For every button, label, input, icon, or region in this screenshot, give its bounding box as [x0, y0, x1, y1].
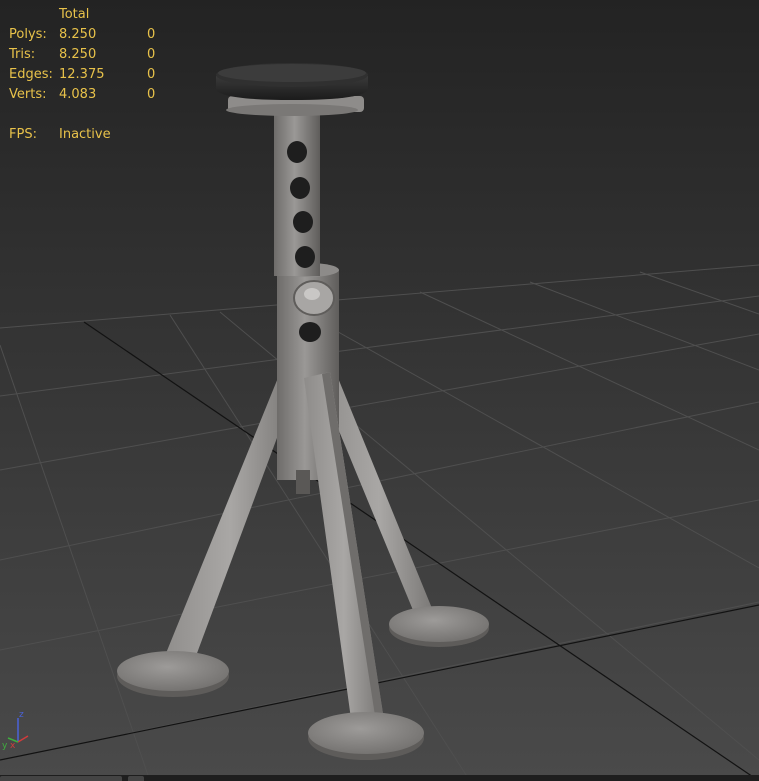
bottom-tab[interactable]: [0, 776, 122, 781]
viewport-scene[interactable]: z x y: [0, 0, 759, 781]
inner-tube[interactable]: [274, 112, 320, 276]
gizmo-z-label: z: [19, 710, 24, 720]
3d-viewport[interactable]: z x y Total Polys: 8.250 0 Tris: 8.250 0…: [0, 0, 759, 781]
viewport-background: [0, 0, 759, 781]
bottom-tab-strip: [0, 775, 759, 781]
gizmo-x-label: x: [10, 741, 16, 751]
gizmo-y-label: y: [2, 741, 8, 751]
saddle-pad[interactable]: [216, 63, 368, 116]
bottom-tab[interactable]: [128, 776, 144, 781]
locking-pin[interactable]: [293, 280, 335, 316]
